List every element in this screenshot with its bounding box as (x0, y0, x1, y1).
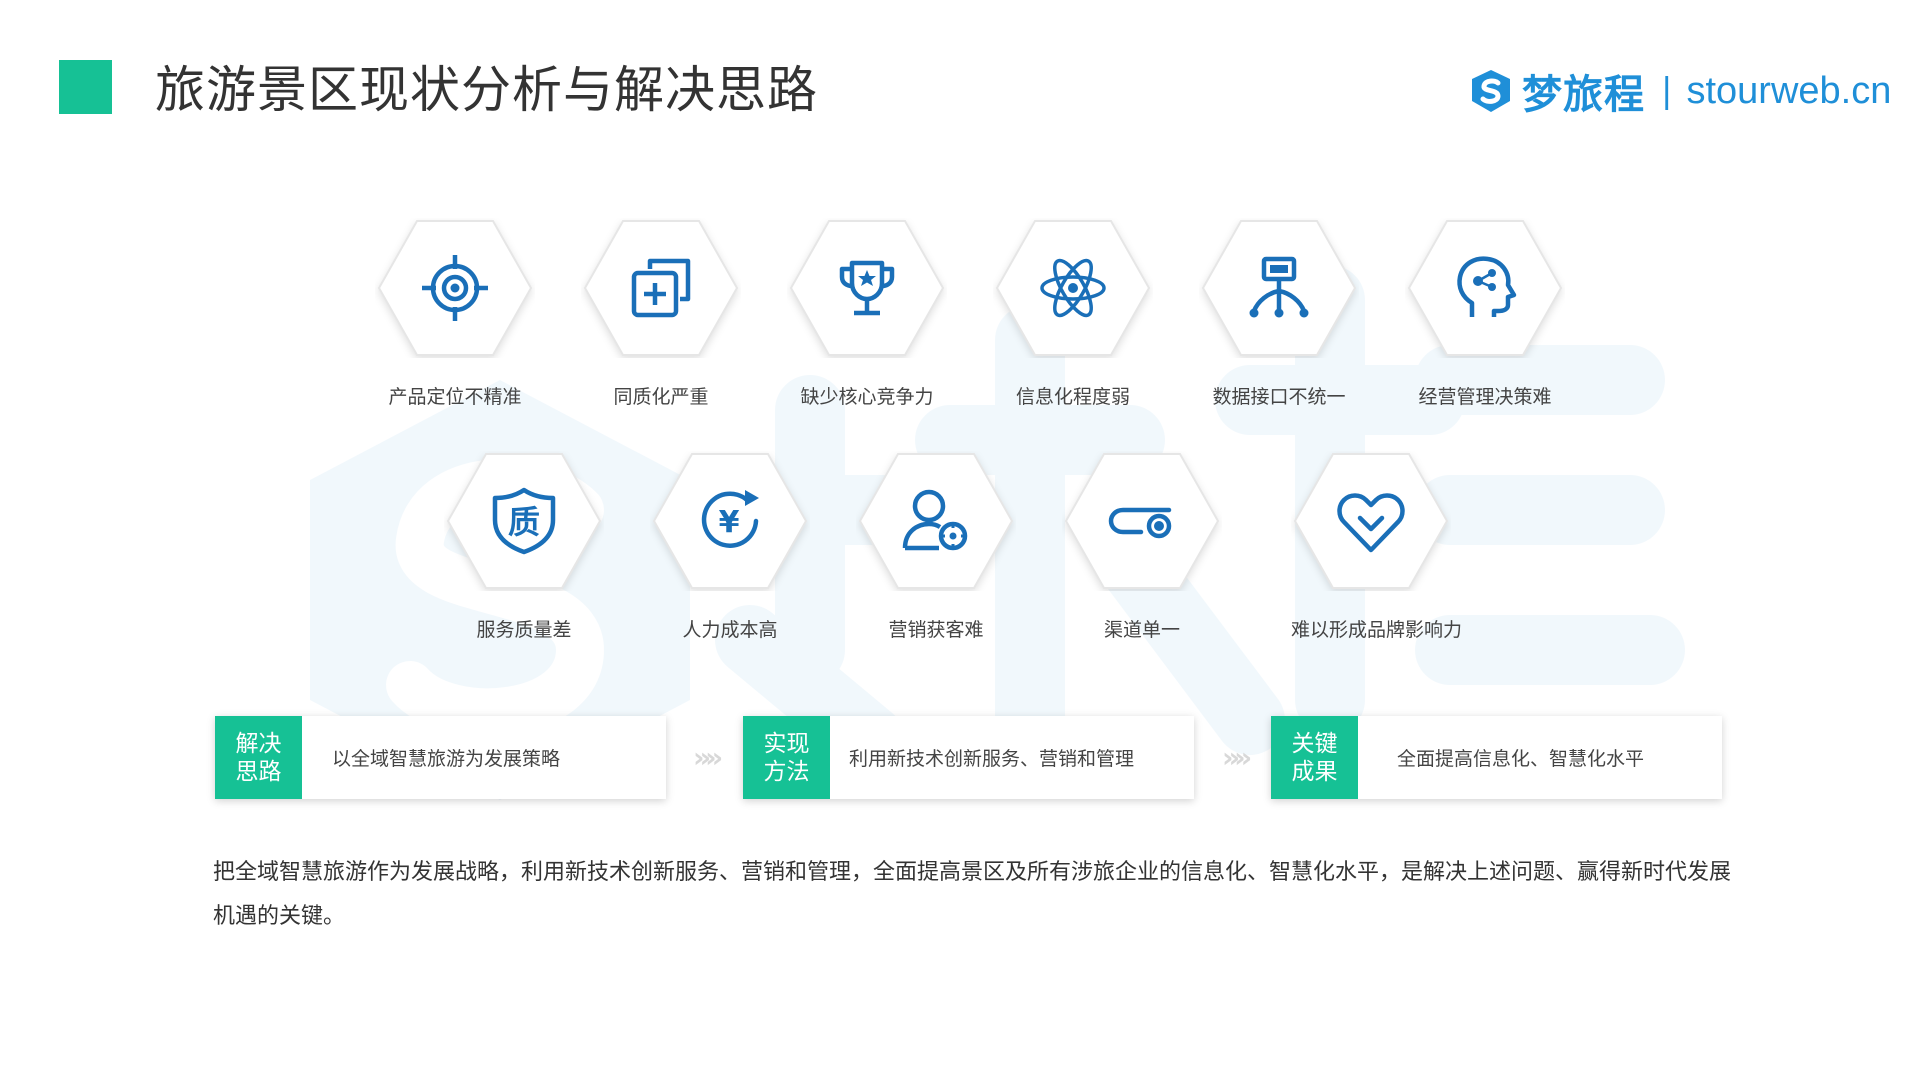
problem-item: 同质化严重 (581, 218, 741, 409)
solution-text: 以全域智慧旅游为发展策略 (332, 748, 561, 770)
problem-label: 产品定位不精准 (388, 386, 522, 408)
title-accent-block (59, 60, 112, 114)
problem-item: 产品定位不精准 (375, 218, 535, 409)
quality-shield-icon: 质 (492, 487, 556, 555)
problem-label: 缺少核心竞争力 (800, 386, 934, 408)
problem-label: 营销获客难 (888, 619, 984, 641)
head-brain-icon (1457, 256, 1517, 317)
problem-item: 信息化程度弱 (993, 218, 1153, 409)
problem-label: 信息化程度弱 (1015, 386, 1130, 408)
solution-tag: 关键 成果 (1271, 716, 1358, 799)
problem-item: 经营管理决策难 (1405, 218, 1565, 409)
problem-item: 难以形成品牌影响力 (1291, 451, 1463, 642)
problem-label: 同质化严重 (613, 386, 709, 408)
solution-card: 实现 方法 利用新技术创新服务、营销和管理 (743, 716, 1194, 799)
heart-check-icon (1337, 493, 1405, 553)
problem-item: 缺少核心竞争力 (787, 218, 947, 409)
brand-separator: | (1661, 71, 1673, 111)
chevron-right-icon: »» (1222, 741, 1252, 774)
problem-item: 质 服务质量差 (444, 451, 604, 642)
quality-glyph: 质 (508, 503, 540, 541)
target-icon (422, 255, 488, 321)
solution-text: 利用新技术创新服务、营销和管理 (849, 748, 1135, 770)
problem-item: 数据接口不统一 (1199, 218, 1359, 409)
toggle-switch-icon (1108, 507, 1172, 539)
chevron-right-icon: »» (693, 741, 723, 774)
yen-glyph: ¥ (719, 505, 740, 540)
solution-card: 关键 成果 全面提高信息化、智慧化水平 (1271, 716, 1722, 799)
solution-tag-line1: 解决 (235, 730, 282, 757)
problem-label: 难以形成品牌影响力 (1291, 619, 1463, 641)
solution-tag: 解决 思路 (215, 716, 302, 799)
problem-item: 渠道单一 (1062, 451, 1222, 642)
network-node-icon (1249, 256, 1309, 318)
brand-name: 梦旅程 (1522, 72, 1645, 118)
yen-cycle-icon: ¥ (701, 490, 759, 548)
solution-tag-line1: 关键 (1291, 730, 1338, 757)
user-target-icon (902, 489, 968, 551)
solution-tag-line2: 思路 (235, 758, 282, 785)
brand-logo-group: 梦旅程 | stourweb.cn (1468, 62, 1891, 120)
brand-s-logo-icon (1472, 70, 1510, 112)
solution-tag-line2: 方法 (763, 758, 810, 785)
duplicate-plus-icon (631, 258, 691, 318)
problem-label: 人力成本高 (682, 619, 778, 641)
problem-label: 服务质量差 (476, 619, 572, 641)
problem-item: ¥ 人力成本高 (650, 451, 810, 642)
solution-text: 全面提高信息化、智慧化水平 (1397, 748, 1645, 770)
conclusion-paragraph: 把全域智慧旅游作为发展战略，利用新技术创新服务、营销和管理，全面提高景区及所有涉… (213, 860, 1732, 929)
solution-tag-line2: 成果 (1291, 758, 1338, 785)
trophy-icon (839, 260, 895, 316)
solution-tag-line1: 实现 (763, 730, 810, 757)
solution-card: 解决 思路 以全域智慧旅游为发展策略 (215, 716, 666, 799)
problem-label: 数据接口不统一 (1212, 386, 1346, 408)
problem-label: 经营管理决策难 (1418, 386, 1552, 408)
atom-icon (1040, 258, 1106, 318)
problem-item: 营销获客难 (856, 451, 1016, 642)
brand-url: stourweb.cn (1686, 69, 1892, 112)
solution-tag: 实现 方法 (743, 716, 830, 799)
problem-label: 渠道单一 (1103, 619, 1180, 641)
page-title: 旅游景区现状分析与解决思路 (155, 61, 818, 119)
